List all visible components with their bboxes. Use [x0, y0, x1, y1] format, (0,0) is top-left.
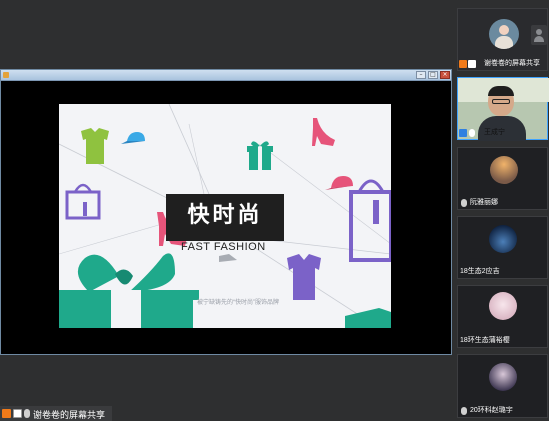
share-label-text: 谢卷卷的屏幕共享 — [33, 410, 106, 420]
gift-box-icon — [345, 308, 391, 328]
avatar — [490, 156, 518, 184]
screen-share-label: 谢卷卷的屏幕共享 — [0, 406, 112, 421]
meeting-stage: – □ × 快时尚 FAST FASHION 被宁缺铸先的“快时尚”服饰品牌 谢… — [0, 0, 549, 421]
host-icon — [2, 409, 11, 418]
slide-subtitle: FAST FASHION — [181, 241, 266, 253]
gift-icon — [247, 141, 273, 170]
participant-name: 18生态2应吉 — [460, 268, 500, 275]
avatar — [489, 363, 517, 391]
tshirt-icon — [287, 254, 321, 300]
participant-tile[interactable]: 20环科赵璐宇 — [457, 354, 548, 418]
screen-share-icon — [13, 409, 22, 418]
participant-tile[interactable]: 18生态2应吉 — [457, 216, 548, 279]
minimize-icon[interactable]: – — [416, 71, 426, 79]
participant-tile[interactable]: 18环生态蒲裕樱 — [457, 285, 548, 348]
slide-title: 快时尚 — [187, 203, 263, 228]
participant-name: 阮雅丽娜 — [470, 199, 498, 206]
host-icon — [459, 60, 467, 68]
participant-tile[interactable]: 王成宁 — [457, 77, 549, 141]
tshirt-icon — [81, 128, 109, 164]
avatar — [488, 86, 514, 116]
close-icon[interactable]: × — [440, 71, 450, 79]
participant-name: 20环科赵璐宇 — [470, 407, 513, 414]
shared-screen-window[interactable]: – □ × 快时尚 FAST FASHION 被宁缺铸先的“快时尚”服饰品牌 — [0, 69, 452, 355]
person-icon — [459, 129, 467, 137]
high-heel-icon — [312, 118, 335, 146]
avatar — [489, 292, 517, 320]
person-icon — [531, 25, 547, 45]
cap-icon — [325, 176, 353, 190]
shopping-bag-icon — [349, 179, 391, 262]
participant-name-bar: 谢卷卷的屏幕共享 — [458, 57, 547, 70]
participant-name: 王成宁 — [484, 129, 505, 136]
gift-bow-icon — [59, 253, 199, 328]
mic-icon — [469, 129, 475, 137]
cap-icon — [121, 132, 145, 144]
participant-name-bar: 20环科赵璐宇 — [458, 404, 547, 417]
participant-tile[interactable]: 谢卷卷的屏幕共享 — [457, 8, 548, 71]
shoe-icon — [219, 254, 237, 262]
participant-name-bar: 18生态2应吉 — [458, 265, 547, 278]
mic-icon — [24, 409, 30, 418]
mic-icon — [461, 199, 467, 207]
participant-name: 18环生态蒲裕樱 — [460, 337, 510, 344]
participant-name-bar: 18环生态蒲裕樱 — [458, 334, 547, 347]
participant-name-bar: 王成宁 — [458, 126, 547, 139]
participant-name: 谢卷卷的屏幕共享 — [484, 60, 540, 67]
window-titlebar[interactable]: – □ × — [1, 70, 451, 81]
presentation-slide: 快时尚 FAST FASHION 被宁缺铸先的“快时尚”服饰品牌 — [59, 104, 391, 328]
screen-share-icon — [468, 60, 476, 68]
avatar — [489, 225, 517, 253]
slide-title-box: 快时尚 — [166, 194, 284, 241]
slide-footer-text: 被宁缺铸先的“快时尚”服饰品牌 — [197, 300, 279, 306]
participant-name-bar: 阮雅丽娜 — [458, 196, 547, 209]
shopping-bag-icon — [65, 183, 101, 220]
maximize-icon[interactable]: □ — [428, 71, 438, 79]
mic-icon — [461, 407, 467, 415]
avatar — [489, 19, 519, 49]
participant-tile[interactable]: 阮雅丽娜 — [457, 147, 548, 210]
app-icon — [3, 72, 9, 78]
